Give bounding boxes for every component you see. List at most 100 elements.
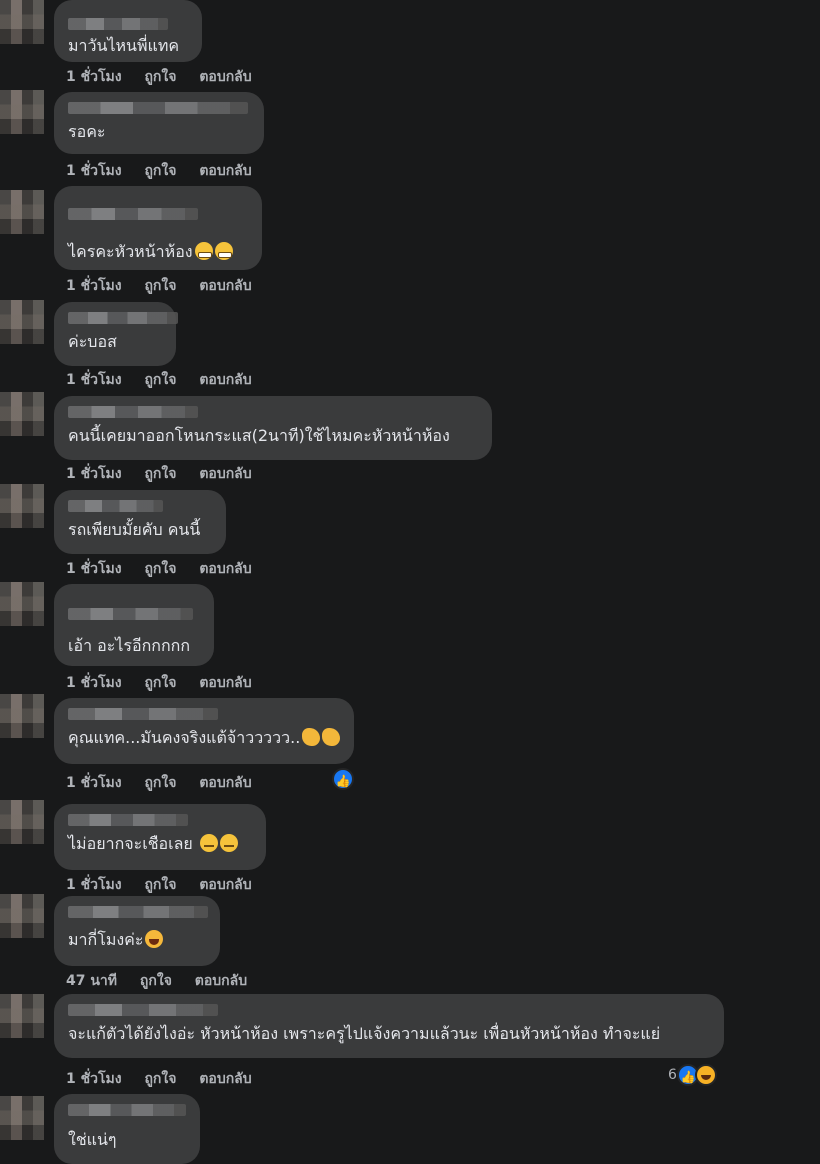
- comment-text: รอคะ: [68, 122, 106, 141]
- comment-time[interactable]: 1 ชั่วโมง: [66, 675, 122, 691]
- thumbs-up-icon: 👍: [332, 768, 354, 790]
- reply-link[interactable]: ตอบกลับ: [199, 775, 251, 791]
- comment-actions: 47 นาที ถูกใจ ตอบกลับ: [66, 970, 265, 992]
- like-link[interactable]: ถูกใจ: [144, 561, 176, 577]
- like-link[interactable]: ถูกใจ: [144, 69, 176, 85]
- comment-time[interactable]: 1 ชั่วโมง: [66, 877, 122, 893]
- clapping-hands-icon: [302, 728, 321, 746]
- reply-link[interactable]: ตอบกลับ: [199, 1071, 251, 1087]
- reaction-summary[interactable]: 6 👍: [668, 1064, 717, 1086]
- like-link[interactable]: ถูกใจ: [144, 775, 176, 791]
- commenter-name-blurred[interactable]: [68, 406, 198, 418]
- commenter-name-blurred[interactable]: [68, 906, 208, 918]
- comment-text: คนนี้เคยมาออกโหนกระแส(2นาที)ใช้ไหมคะหัวห…: [68, 426, 450, 445]
- avatar[interactable]: [0, 994, 44, 1038]
- comment-text: ค่ะบอส: [68, 332, 117, 351]
- reply-link[interactable]: ตอบกลับ: [199, 372, 251, 388]
- comment-actions: 1 ชั่วโมง ถูกใจ ตอบกลับ: [66, 369, 270, 391]
- comment-time[interactable]: 1 ชั่วโมง: [66, 1071, 122, 1087]
- grimacing-face-icon: [214, 242, 233, 260]
- avatar[interactable]: [0, 392, 44, 436]
- commenter-name-blurred[interactable]: [68, 208, 198, 220]
- commenter-name-blurred[interactable]: [68, 708, 218, 720]
- reply-link[interactable]: ตอบกลับ: [199, 466, 251, 482]
- like-link[interactable]: ถูกใจ: [144, 466, 176, 482]
- commenter-name-blurred[interactable]: [68, 500, 163, 512]
- comment-actions: 1 ชั่วโมง ถูกใจ ตอบกลับ: [66, 160, 270, 182]
- like-link[interactable]: ถูกใจ: [144, 278, 176, 294]
- comment-actions: 1 ชั่วโมง ถูกใจ ตอบกลับ: [66, 66, 270, 88]
- comment-text: ใช่แน่ๆ: [68, 1130, 117, 1149]
- comment-text: จะแก้ตัวได้ยังไงอ่ะ หัวหน้าห้อง เพราะครู…: [68, 1024, 661, 1043]
- commenter-name-blurred[interactable]: [68, 608, 193, 620]
- like-link[interactable]: ถูกใจ: [144, 675, 176, 691]
- commenter-name-blurred[interactable]: [68, 18, 168, 30]
- comment-bubble: มากี่โมงค่ะ: [54, 896, 220, 966]
- comment-time[interactable]: 1 ชั่วโมง: [66, 466, 122, 482]
- avatar[interactable]: [0, 300, 44, 344]
- comment-actions: 1 ชั่วโมง ถูกใจ ตอบกลับ: [66, 1068, 270, 1090]
- comment-bubble: ไม่อยากจะเชือเลย: [54, 804, 266, 870]
- clapping-hands-icon: [322, 728, 341, 746]
- reply-link[interactable]: ตอบกลับ: [199, 561, 251, 577]
- like-link[interactable]: ถูกใจ: [144, 163, 176, 179]
- avatar[interactable]: [0, 90, 44, 134]
- commenter-name-blurred[interactable]: [68, 312, 178, 324]
- laughing-face-icon: [694, 1064, 717, 1086]
- comment-bubble: ค่ะบอส: [54, 302, 178, 366]
- comment-actions: 1 ชั่วโมง ถูกใจ ตอบกลับ: [66, 275, 270, 297]
- comment-bubble: เอ้า อะไรอีกกกกก: [54, 584, 214, 666]
- comment-time[interactable]: 1 ชั่วโมง: [66, 69, 122, 85]
- avatar[interactable]: [0, 894, 44, 938]
- like-link[interactable]: ถูกใจ: [140, 973, 172, 989]
- sleepy-face-icon: [199, 834, 218, 852]
- comment-time[interactable]: 1 ชั่วโมง: [66, 775, 122, 791]
- comment-actions: 1 ชั่วโมง ถูกใจ ตอบกลับ: [66, 772, 270, 794]
- reply-link[interactable]: ตอบกลับ: [199, 69, 251, 85]
- grimacing-face-icon: [194, 242, 213, 260]
- like-link[interactable]: ถูกใจ: [144, 1071, 176, 1087]
- comment-text: ไม่อยากจะเชือเลย: [68, 834, 252, 854]
- comment-bubble: จะแก้ตัวได้ยังไงอ่ะ หัวหน้าห้อง เพราะครู…: [54, 994, 724, 1058]
- commenter-name-blurred[interactable]: [68, 1004, 218, 1016]
- like-link[interactable]: ถูกใจ: [144, 877, 176, 893]
- comment-bubble: รอคะ: [54, 92, 264, 154]
- avatar[interactable]: [0, 484, 44, 528]
- avatar[interactable]: [0, 582, 44, 626]
- comment-bubble: คุณแทค...มันคงจริงแต้จ้าววววว..: [54, 698, 354, 764]
- comment-bubble: รถเพียบมั้ยคับ คนนี้: [54, 490, 226, 554]
- avatar[interactable]: [0, 190, 44, 234]
- comment-text: เอ้า อะไรอีกกกกก: [68, 636, 191, 655]
- comment-bubble: มาวันไหนพี่แทค: [54, 0, 202, 62]
- avatar[interactable]: [0, 694, 44, 738]
- comment-actions: 1 ชั่วโมง ถูกใจ ตอบกลับ: [66, 672, 270, 694]
- comment-text: ไครคะหัวหน้าห้อง: [68, 242, 248, 262]
- comment-time[interactable]: 47 นาที: [66, 973, 117, 989]
- reply-link[interactable]: ตอบกลับ: [199, 163, 251, 179]
- comment-bubble: ใช่แน่ๆ: [54, 1094, 200, 1164]
- comment-time[interactable]: 1 ชั่วโมง: [66, 561, 122, 577]
- sleepy-face-icon: [219, 834, 238, 852]
- comment-bubble: คนนี้เคยมาออกโหนกระแส(2นาที)ใช้ไหมคะหัวห…: [54, 396, 492, 460]
- comment-time[interactable]: 1 ชั่วโมง: [66, 278, 122, 294]
- commenter-name-blurred[interactable]: [68, 102, 248, 114]
- comment-text: คุณแทค...มันคงจริงแต้จ้าววววว..: [68, 728, 341, 748]
- rolling-laughing-face-icon: [145, 930, 164, 948]
- avatar[interactable]: [0, 1096, 44, 1140]
- reply-link[interactable]: ตอบกลับ: [199, 278, 251, 294]
- comment-actions: 1 ชั่วโมง ถูกใจ ตอบกลับ: [66, 463, 270, 485]
- commenter-name-blurred[interactable]: [68, 814, 188, 826]
- comment-time[interactable]: 1 ชั่วโมง: [66, 372, 122, 388]
- commenter-name-blurred[interactable]: [68, 1104, 186, 1116]
- comment-actions: 1 ชั่วโมง ถูกใจ ตอบกลับ: [66, 874, 270, 896]
- reply-link[interactable]: ตอบกลับ: [199, 877, 251, 893]
- comment-text: รถเพียบมั้ยคับ คนนี้: [68, 520, 201, 539]
- reaction-summary[interactable]: 👍: [332, 768, 354, 790]
- avatar[interactable]: [0, 800, 44, 844]
- avatar[interactable]: [0, 0, 44, 44]
- reply-link[interactable]: ตอบกลับ: [195, 973, 247, 989]
- reaction-count: 6: [668, 1067, 677, 1083]
- reply-link[interactable]: ตอบกลับ: [199, 675, 251, 691]
- like-link[interactable]: ถูกใจ: [144, 372, 176, 388]
- comment-time[interactable]: 1 ชั่วโมง: [66, 163, 122, 179]
